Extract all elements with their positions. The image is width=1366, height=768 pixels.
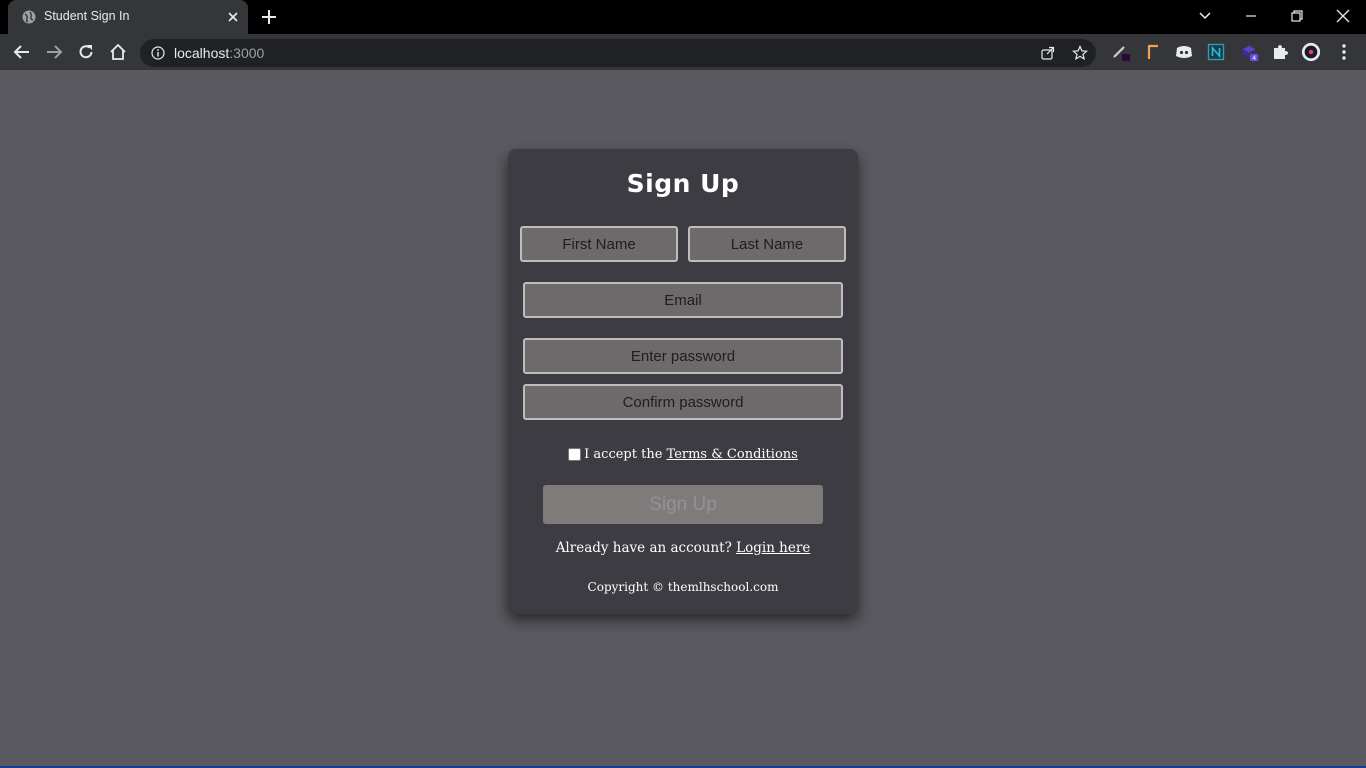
reload-icon[interactable] bbox=[76, 42, 96, 62]
url-host: localhost bbox=[174, 45, 230, 61]
url-port: :3000 bbox=[229, 45, 265, 61]
terms-prefix: I accept the bbox=[584, 447, 667, 462]
new-tab-icon[interactable] bbox=[260, 8, 278, 26]
tab-title: Student Sign In bbox=[44, 9, 130, 23]
discord-icon[interactable] bbox=[1174, 42, 1194, 62]
tab-bar: Student Sign In bbox=[0, 0, 1366, 34]
form-title: Sign Up bbox=[626, 169, 740, 198]
home-icon[interactable] bbox=[108, 42, 128, 62]
flag-icon[interactable] bbox=[1143, 42, 1163, 62]
login-row: Already have an account? Login here bbox=[508, 540, 858, 556]
terms-link[interactable]: Terms & Conditions bbox=[667, 447, 798, 462]
puzzle-icon[interactable] bbox=[1270, 42, 1290, 62]
notion-icon[interactable] bbox=[1206, 42, 1226, 62]
profile-icon[interactable] bbox=[1301, 42, 1321, 62]
close-window-icon[interactable] bbox=[1331, 5, 1355, 27]
info-icon[interactable] bbox=[151, 46, 165, 60]
close-tab-icon[interactable] bbox=[225, 9, 241, 25]
globe-icon bbox=[22, 10, 36, 24]
share-icon[interactable] bbox=[1040, 45, 1056, 61]
address-bar[interactable]: localhost:3000 bbox=[140, 39, 1096, 67]
browser-toolbar: localhost:3000 4 bbox=[0, 34, 1366, 70]
terms-checkbox[interactable] bbox=[568, 448, 582, 461]
first-name-input[interactable]: First Name bbox=[520, 226, 678, 262]
email-input[interactable]: Email bbox=[523, 282, 843, 318]
login-prefix: Already have an account? bbox=[555, 540, 737, 556]
forward-icon[interactable] bbox=[44, 42, 64, 62]
restore-icon[interactable] bbox=[1285, 5, 1309, 27]
signup-button[interactable]: Sign Up bbox=[543, 485, 823, 524]
extension-badge: 4 bbox=[1252, 55, 1256, 62]
back-icon[interactable] bbox=[12, 42, 32, 62]
shapes-icon[interactable]: 4 bbox=[1240, 42, 1260, 62]
pen-icon[interactable] bbox=[1111, 42, 1131, 62]
minimize-icon[interactable] bbox=[1239, 5, 1263, 27]
copyright-text: Copyright © themlhschool.com bbox=[587, 580, 779, 594]
url-text: localhost:3000 bbox=[174, 45, 264, 61]
terms-row: I accept the Terms & Conditions bbox=[508, 447, 858, 462]
password-input[interactable]: Enter password bbox=[523, 338, 843, 374]
signup-card: Sign Up First Name Last Name Email Enter… bbox=[508, 149, 858, 614]
confirm-password-input[interactable]: Confirm password bbox=[523, 384, 843, 420]
last-name-input[interactable]: Last Name bbox=[688, 226, 846, 262]
browser-tab[interactable]: Student Sign In bbox=[8, 0, 248, 34]
bookmark-star-icon[interactable] bbox=[1071, 44, 1089, 61]
menu-icon[interactable] bbox=[1334, 42, 1354, 62]
tab-search-icon[interactable] bbox=[1193, 5, 1217, 27]
login-link[interactable]: Login here bbox=[736, 540, 810, 556]
